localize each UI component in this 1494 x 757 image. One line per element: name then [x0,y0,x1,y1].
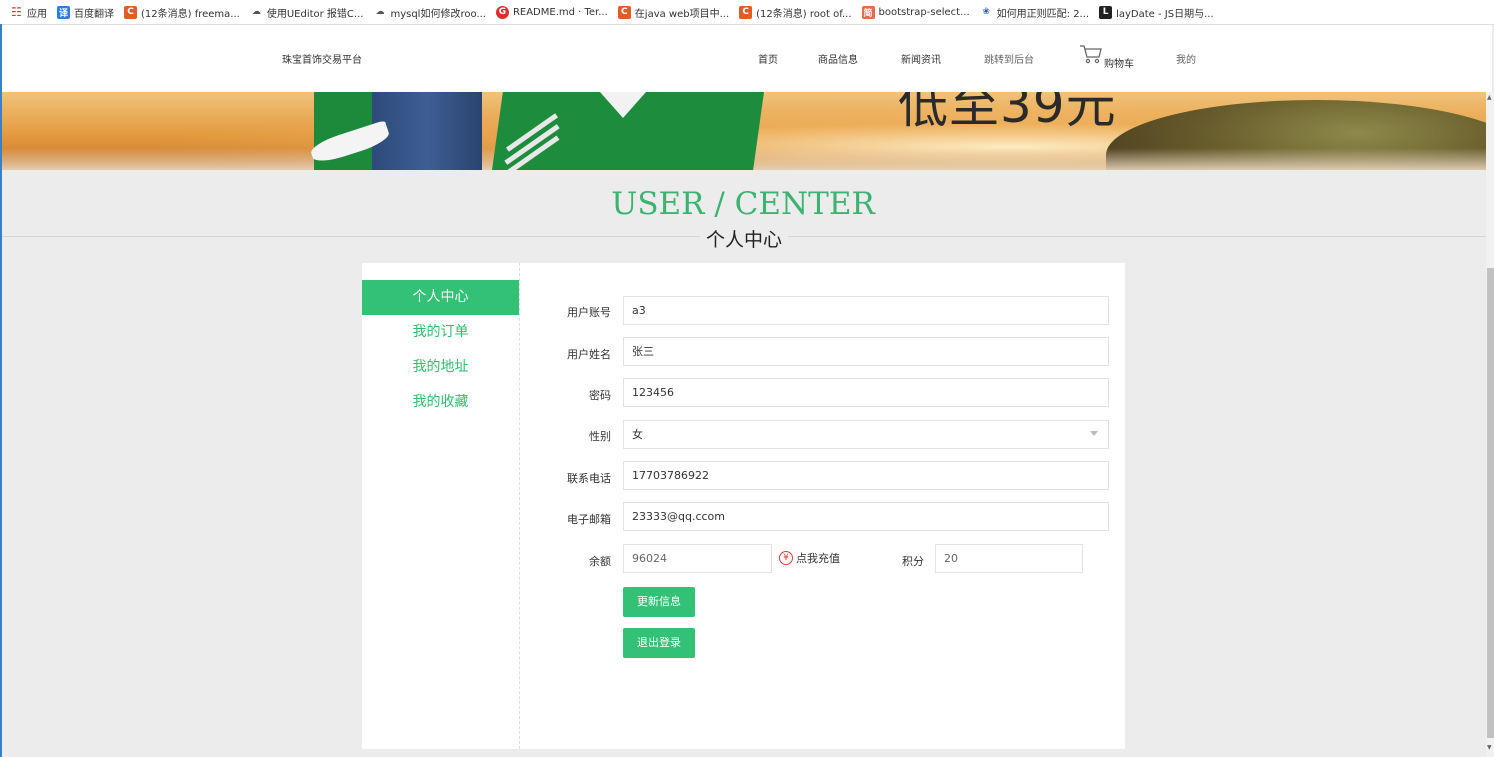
nav-admin[interactable]: 跳转到后台 [984,51,1034,66]
jianshu-icon: 简 [861,5,875,19]
csdn-icon: C [124,5,137,19]
balance-label: 余额 [589,555,611,568]
nav-mine[interactable]: 我的 [1176,51,1196,66]
recharge-label: 点我充值 [796,552,840,565]
points-label: 积分 [902,555,924,568]
gender-select[interactable]: 女 [623,420,1109,449]
site-header: 珠宝首饰交易平台 首页 商品信息 新闻资讯 跳转到后台 购物车 我的 [2,25,1492,92]
bookmark-label: layDate - JS日期与... [1116,8,1214,20]
csdn-icon: C [617,5,631,19]
bookmark-label: 百度翻译 [74,8,114,20]
sidebar-item-profile[interactable]: 个人中心 [362,280,519,315]
chevron-down-icon[interactable] [1090,431,1098,436]
name-label: 用户姓名 [567,348,611,361]
scrollbar-thumb[interactable] [1487,268,1494,738]
nav-cart[interactable]: 购物车 [1104,55,1134,70]
sidebar-item-favorites[interactable]: 我的收藏 [362,385,519,420]
update-info-button[interactable]: 更新信息 [623,587,695,617]
bookmark-label: (12条消息) freema... [141,8,240,20]
bookmark-label: (12条消息) root of... [756,8,852,20]
sidebar-item-addresses[interactable]: 我的地址 [362,350,519,385]
recharge-link[interactable]: ¥ 点我充值 [779,550,840,566]
name-input[interactable]: 张三 [623,337,1109,366]
bookmark-bootstrap-select[interactable]: 简 bootstrap-select... [861,5,970,19]
bookmark-regex[interactable]: ❀ 如何用正则匹配: 2... [980,5,1089,20]
bookmark-label: 应用 [27,8,47,20]
bookmark-baidu-translate[interactable]: 译 百度翻译 [57,5,114,20]
bookmark-laydate[interactable]: L layDate - JS日期与... [1099,5,1214,20]
email-label: 电子邮箱 [567,513,611,526]
promo-banner[interactable]: 低至39元 [2,92,1486,170]
bookmark-csdn-3[interactable]: C (12条消息) root of... [739,5,852,20]
scroll-up-icon[interactable]: ▲ [1487,94,1492,101]
layui-icon: L [1099,5,1113,19]
site-brand[interactable]: 珠宝首饰交易平台 [282,51,362,66]
phone-input[interactable]: 17703786922 [623,461,1109,490]
bookmark-csdn-1[interactable]: C (12条消息) freema... [124,5,240,20]
password-label: 密码 [589,389,611,402]
email-input[interactable]: 23333@qq.ccom [623,502,1109,531]
nav-products[interactable]: 商品信息 [818,51,858,66]
sidebar-item-orders[interactable]: 我的订单 [362,315,519,350]
banner-price-text: 低至39元 [898,92,1117,134]
section-title-cn: 个人中心 [700,225,789,252]
nav-news[interactable]: 新闻资讯 [901,51,941,66]
bookmark-ueditor[interactable]: ☁ 使用UEditor 报错C... [250,5,364,20]
gender-label: 性别 [589,430,611,443]
bookmark-mysql[interactable]: ☁ mysql如何修改roo... [373,5,485,20]
account-input[interactable]: a3 [623,296,1109,325]
baidu-translate-icon: 译 [57,5,70,19]
bookmark-label: 如何用正则匹配: 2... [996,8,1090,20]
banner-model-jeans [372,92,482,170]
balance-input: 96024 [623,544,772,573]
section-title-en: USER / CENTER [611,186,875,222]
bookmark-label: 使用UEditor 报错C... [266,8,364,20]
bookmark-label: 在java web项目中... [634,8,730,20]
password-input[interactable]: 123456 [623,378,1109,407]
cloud-icon: ☁ [375,7,385,17]
bookmark-csdn-2[interactable]: C 在java web项目中... [617,5,730,20]
baidu-paw-icon: ❀ [982,7,990,17]
bookmark-readme[interactable]: G README.md · Ter... [495,5,608,19]
bookmark-label: README.md · Ter... [512,6,608,18]
csdn-icon: C [739,5,753,19]
bookmarks-bar: ☷ 应用 译 百度翻译 C (12条消息) freema... ☁ 使用UEdi… [0,0,1494,25]
cart-icon[interactable] [1079,43,1103,65]
phone-label: 联系电话 [567,472,611,485]
nav-home[interactable]: 首页 [758,51,778,66]
account-label: 用户账号 [567,306,611,319]
bookmark-label: bootstrap-select... [878,6,970,18]
bookmark-label: mysql如何修改roo... [390,8,486,20]
cloud-icon: ☁ [251,7,261,17]
yen-icon: ¥ [779,551,793,565]
logout-button[interactable]: 退出登录 [623,628,695,658]
scroll-down-icon[interactable]: ▼ [1487,744,1492,751]
apps-grid-icon: ☷ [11,5,22,19]
gitee-icon: G [495,5,509,19]
points-input: 20 [935,544,1083,573]
bookmark-apps[interactable]: ☷ 应用 [10,5,47,20]
